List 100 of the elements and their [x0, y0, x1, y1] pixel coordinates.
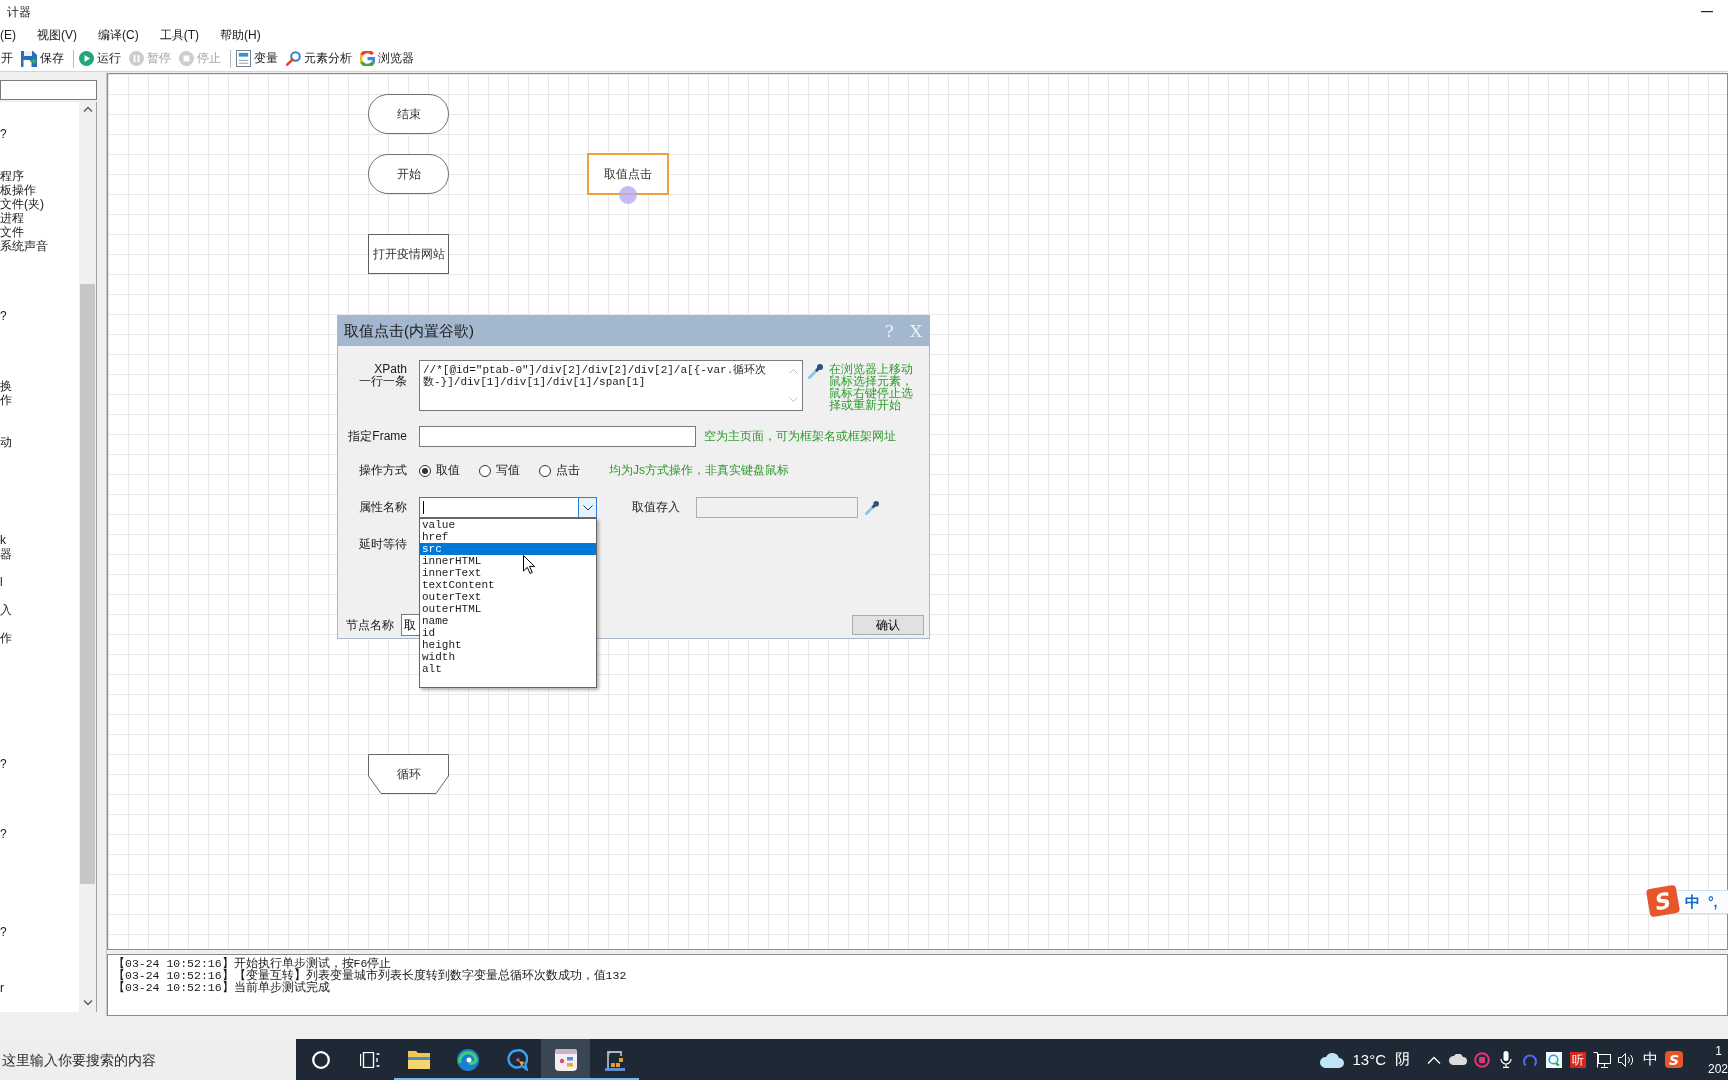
field-label: 操作方式	[359, 462, 407, 479]
scroll-down-icon[interactable]	[82, 1000, 93, 1006]
node-name-field[interactable]: 取	[401, 614, 419, 636]
sidebar-item[interactable]: ?	[0, 757, 7, 771]
sidebar-item[interactable]: 文件	[0, 225, 24, 239]
clock-time[interactable]: 1	[1715, 1041, 1722, 1060]
ring-icon[interactable]	[1523, 1052, 1537, 1067]
taskbar-search-field[interactable]: 这里输入你要搜索的内容	[0, 1039, 296, 1080]
stop-icon	[179, 51, 194, 66]
dropdown-item[interactable]: innerText	[420, 567, 596, 579]
chat-bubble-icon	[505, 1048, 528, 1071]
screenshot-icon[interactable]	[1546, 1051, 1562, 1068]
dropdown-item[interactable]: width	[420, 651, 596, 663]
dropdown-button[interactable]	[578, 498, 596, 517]
flow-node[interactable]: 结束	[368, 94, 449, 134]
scrollbar-track[interactable]	[79, 102, 96, 1012]
weather-condition-text[interactable]: 阴	[1395, 1050, 1410, 1069]
toolbar-button[interactable]: 开	[0, 47, 14, 70]
scroll-up-icon[interactable]	[82, 106, 93, 112]
flow-node[interactable]: 取值点击	[587, 153, 669, 195]
sidebar-item[interactable]: 换	[0, 379, 12, 393]
toolbar-button[interactable]: 浏览器	[359, 47, 415, 70]
swirl-globe-icon	[456, 1048, 479, 1071]
clock-date[interactable]: 202	[1707, 1059, 1728, 1078]
frame-field[interactable]	[419, 426, 696, 447]
punctuation-button[interactable]: °,	[1708, 894, 1718, 910]
listen-tray-button[interactable]: 听	[1570, 1051, 1586, 1068]
eyedropper-icon[interactable]	[865, 500, 879, 515]
dropdown-item[interactable]: value	[420, 519, 596, 531]
flow-node[interactable]: 打开疫情网站	[368, 234, 449, 274]
input-mode-indicator[interactable]: 中	[1642, 1050, 1658, 1069]
cloud-icon[interactable]	[1449, 1054, 1467, 1065]
task-view-icon	[359, 1051, 380, 1068]
menu-item[interactable]: 视图(V)	[37, 26, 77, 44]
toolbar-button[interactable]: 变量	[235, 47, 279, 70]
chevron-up-icon[interactable]	[1427, 1055, 1441, 1064]
record-icon[interactable]	[1474, 1051, 1490, 1068]
toolbar-button[interactable]: 元素分析	[285, 47, 353, 70]
sidebar-item[interactable]: l	[0, 575, 3, 589]
radio-icon[interactable]	[479, 464, 491, 477]
dropdown-item[interactable]: textContent	[420, 579, 596, 591]
browser-logo-icon	[360, 51, 375, 66]
sidebar-item[interactable]: 进程	[0, 211, 24, 225]
sidebar-item[interactable]: 板操作	[0, 183, 36, 197]
menu-item[interactable]: (E)	[0, 28, 16, 42]
flow-node[interactable]: 循环	[368, 754, 449, 794]
ime-mode-button[interactable]: 中	[1685, 892, 1700, 912]
pause-icon	[129, 51, 144, 66]
volume-icon[interactable]	[1617, 1051, 1635, 1068]
sidebar-item[interactable]: ?	[0, 309, 7, 323]
sidebar-item[interactable]: ?	[0, 827, 7, 841]
sidebar-item[interactable]: k	[0, 533, 6, 547]
menu-item[interactable]: 编译(C)	[98, 26, 139, 44]
connection-handle[interactable]	[619, 186, 637, 204]
sidebar-item[interactable]: 入	[0, 603, 12, 617]
dropdown-item[interactable]: src	[420, 543, 596, 555]
sidebar-item[interactable]: 程序	[0, 169, 24, 183]
dropdown-item[interactable]: height	[420, 639, 596, 651]
log-line: 【03-24 10:52:16】当前单步测试完成	[113, 982, 330, 994]
eyedropper-icon[interactable]	[808, 364, 823, 379]
attribute-combo[interactable]	[419, 497, 597, 518]
weather-cloud-icon[interactable]	[1320, 1051, 1345, 1068]
confirm-button[interactable]: 确认	[852, 615, 924, 635]
sidebar-item[interactable]: r	[0, 981, 4, 995]
flow-node[interactable]: 开始	[368, 154, 449, 194]
sidebar-item[interactable]: 动	[0, 435, 12, 449]
dropdown-item[interactable]: name	[420, 615, 596, 627]
flowchart-app-icon	[554, 1048, 577, 1071]
temperature-text[interactable]: 13°C	[1352, 1051, 1386, 1068]
sidebar-item[interactable]: 文件(夹)	[0, 197, 44, 211]
toolbar-button[interactable]: 运行	[78, 47, 122, 70]
dropdown-item[interactable]: id	[420, 627, 596, 639]
sidebar-item[interactable]: 器	[0, 547, 12, 561]
radio-icon[interactable]	[419, 464, 431, 477]
dropdown-item[interactable]: href	[420, 531, 596, 543]
search-field[interactable]	[0, 80, 97, 100]
radio-option[interactable]: 点击	[539, 462, 580, 479]
microphone-icon[interactable]	[1500, 1051, 1512, 1068]
sidebar-item[interactable]: ?	[0, 127, 7, 141]
sidebar-item[interactable]: 系统声音	[0, 239, 48, 253]
variable-window-icon	[236, 50, 251, 67]
radio-option[interactable]: 写值	[479, 462, 520, 479]
dropdown-item[interactable]: outerText	[420, 591, 596, 603]
taskbar-app-button[interactable]	[541, 1039, 590, 1080]
dropdown-item[interactable]: alt	[420, 663, 596, 675]
network-icon[interactable]	[1593, 1051, 1611, 1068]
sidebar-item[interactable]: ?	[0, 925, 7, 939]
field-label: 属性名称	[359, 499, 407, 516]
scrollbar-thumb[interactable]	[80, 284, 95, 884]
ime-logo[interactable]: S	[1665, 1051, 1683, 1068]
menu-item[interactable]: 工具(T)	[159, 26, 199, 44]
sidebar-item[interactable]: 作	[0, 393, 12, 407]
dropdown-item[interactable]: outerHTML	[420, 603, 596, 615]
radio-icon[interactable]	[539, 464, 551, 477]
radio-option[interactable]: 取值	[419, 462, 460, 479]
menu-item[interactable]: 帮助(H)	[220, 26, 261, 44]
window-title: 计器	[7, 3, 31, 21]
toolbar-button[interactable]: 保存	[20, 47, 65, 70]
dropdown-item[interactable]: innerHTML	[420, 555, 596, 567]
sidebar-item[interactable]: 作	[0, 631, 12, 645]
